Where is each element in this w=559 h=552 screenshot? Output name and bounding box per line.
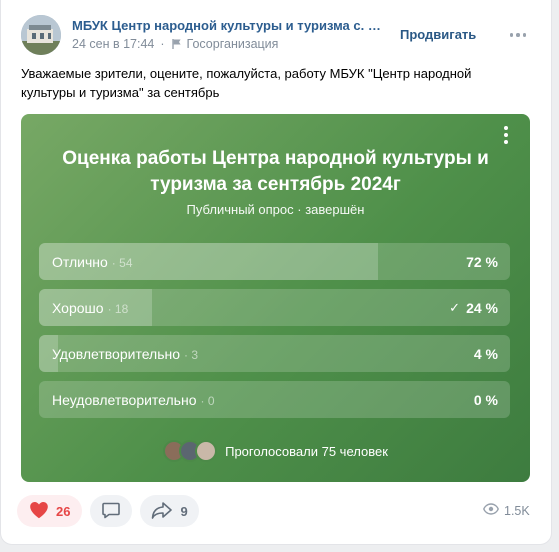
share-arrow-icon bbox=[151, 500, 173, 523]
comment-button[interactable] bbox=[90, 495, 133, 527]
eye-icon bbox=[483, 503, 499, 518]
meta-separator: · bbox=[160, 37, 165, 51]
community-name-link[interactable]: МБУК Центр народной культуры и туризма с… bbox=[72, 18, 382, 33]
share-button[interactable]: 9 bbox=[140, 495, 199, 527]
poll-option-percent: 24 % bbox=[466, 300, 498, 316]
poll-option-label: Неудовлетворительно bbox=[52, 392, 197, 408]
voters-count-text: Проголосовали 75 человек bbox=[225, 443, 388, 459]
post-meta: 24 сен в 17:44 · Госорганизация bbox=[72, 37, 278, 51]
poll-option-count: · 3 bbox=[184, 348, 199, 362]
poll-option[interactable]: Хорошо · 18 ✓ 24 % bbox=[39, 289, 510, 326]
share-count: 9 bbox=[180, 503, 188, 519]
poll-subtitle: Публичный опрос · завершён bbox=[186, 202, 365, 217]
more-vertical-icon[interactable] bbox=[500, 126, 512, 144]
voters-summary[interactable]: Проголосовали 75 человек bbox=[21, 440, 530, 462]
voter-avatar bbox=[195, 440, 218, 462]
poll-option-percent: 4 % bbox=[473, 346, 498, 362]
poll-option-label: Хорошо bbox=[52, 300, 104, 316]
poll-option[interactable]: Удовлетворительно · 3 4 % bbox=[39, 335, 510, 372]
like-button[interactable]: 26 bbox=[17, 495, 83, 527]
heart-icon bbox=[29, 501, 49, 522]
views-counter: 1.5K bbox=[483, 503, 530, 518]
flag-icon bbox=[171, 38, 183, 50]
poll-option-count: · 54 bbox=[111, 256, 133, 270]
poll-option-percent: 0 % bbox=[473, 392, 498, 408]
views-count: 1.5K bbox=[504, 503, 530, 518]
poll-title: Оценка работы Центра народной культуры и… bbox=[62, 148, 489, 195]
poll-option-label: Отлично bbox=[52, 254, 108, 270]
poll-option-label: Удовлетворительно bbox=[52, 346, 181, 362]
post-actions: 26 9 bbox=[17, 495, 199, 527]
post-text: Уважаемые зрители, оцените, пожалуйста, … bbox=[21, 66, 472, 100]
post-card: МБУК Центр народной культуры и туризма с… bbox=[0, 0, 552, 545]
voter-avatars bbox=[163, 440, 218, 462]
poll-option[interactable]: Неудовлетворительно · 0 0 % bbox=[39, 381, 510, 418]
comment-icon bbox=[101, 500, 121, 523]
promote-button[interactable]: Продвигать bbox=[400, 27, 476, 42]
checkmark-icon: ✓ bbox=[449, 300, 461, 315]
more-options-icon[interactable] bbox=[509, 26, 527, 44]
poll-option-count: · 0 bbox=[200, 394, 215, 408]
poll-option-percent: 72 % bbox=[466, 254, 498, 270]
poll-option-count: · 18 bbox=[107, 302, 129, 316]
post-date[interactable]: 24 сен в 17:44 bbox=[72, 37, 154, 51]
poll-option[interactable]: Отлично · 54 72 % bbox=[39, 243, 510, 280]
poll-card: Оценка работы Центра народной культуры и… bbox=[21, 114, 530, 482]
community-avatar[interactable] bbox=[21, 15, 61, 55]
org-label: Госорганизация bbox=[186, 37, 279, 51]
like-count: 26 bbox=[56, 503, 71, 519]
